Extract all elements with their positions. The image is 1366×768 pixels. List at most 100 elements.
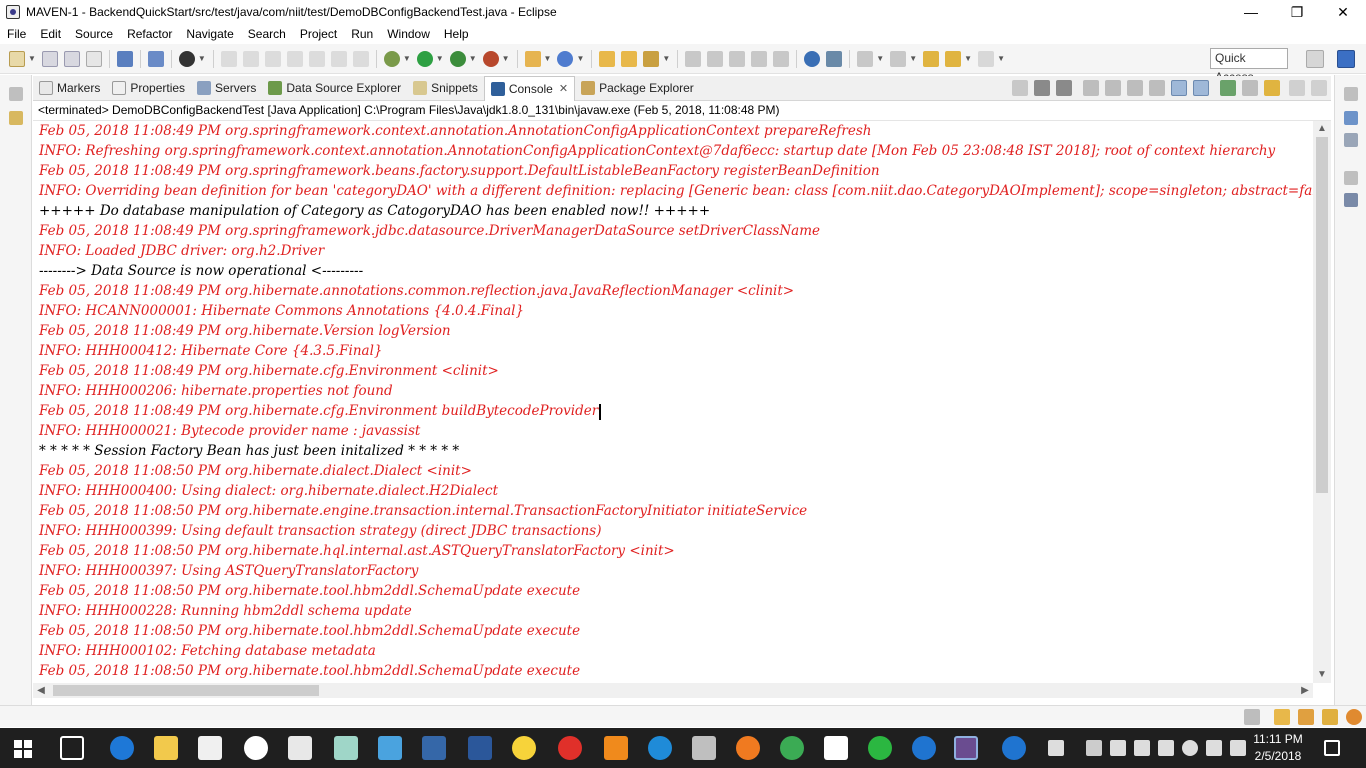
task-view-icon[interactable] bbox=[60, 736, 84, 760]
dropdown-icon[interactable]: ▼ bbox=[909, 54, 917, 63]
debug-dropdown-icon[interactable]: ▼ bbox=[403, 54, 411, 63]
tab-servers[interactable]: Servers bbox=[191, 76, 262, 101]
close-window-button[interactable]: ✕ bbox=[1320, 0, 1366, 24]
java-ee-perspective-icon[interactable] bbox=[1337, 50, 1355, 68]
horizontal-scrollbar[interactable]: ◀ ▶ bbox=[33, 683, 1313, 698]
tab-package-explorer[interactable]: Package Explorer bbox=[575, 76, 700, 101]
show-whitespace-icon[interactable] bbox=[773, 50, 790, 67]
skip-breakpoints-icon[interactable] bbox=[147, 50, 164, 67]
save-all-icon[interactable] bbox=[63, 50, 80, 67]
next-annotation-icon[interactable] bbox=[857, 50, 874, 67]
search-dropdown-icon[interactable]: ▼ bbox=[662, 54, 670, 63]
pin-console-icon[interactable] bbox=[1220, 80, 1236, 96]
taskbar-clock[interactable]: 11:11 PM 2/5/2018 bbox=[1250, 731, 1306, 765]
word-wrap-icon[interactable] bbox=[1127, 80, 1143, 96]
menu-run[interactable]: Run bbox=[344, 27, 380, 41]
debug-perspective-icon[interactable] bbox=[178, 50, 195, 67]
step-return-icon[interactable] bbox=[352, 50, 369, 67]
maximize-view-icon[interactable] bbox=[1311, 80, 1327, 96]
app-icon[interactable] bbox=[378, 736, 402, 760]
restore-view-icon[interactable] bbox=[9, 87, 23, 101]
menu-project[interactable]: Project bbox=[293, 27, 344, 41]
remove-all-terminated-icon[interactable] bbox=[1056, 80, 1072, 96]
forward-icon[interactable] bbox=[978, 50, 995, 67]
project-explorer-icon[interactable] bbox=[9, 111, 23, 125]
scrollbar-thumb[interactable] bbox=[1316, 137, 1328, 493]
scrollbar-thumb[interactable] bbox=[53, 685, 319, 696]
vlc-icon[interactable] bbox=[604, 736, 628, 760]
new-dropdown-icon[interactable]: ▼ bbox=[28, 54, 36, 63]
external-tools-icon[interactable] bbox=[482, 50, 499, 67]
terminate-icon[interactable] bbox=[264, 50, 281, 67]
chrome-icon[interactable] bbox=[780, 736, 804, 760]
restore-view-icon[interactable] bbox=[1344, 87, 1358, 101]
dropdown-icon[interactable]: ▼ bbox=[876, 54, 884, 63]
eclipse-taskbar-icon[interactable] bbox=[954, 736, 978, 760]
last-edit-location-icon[interactable] bbox=[923, 50, 940, 67]
run-dropdown-icon[interactable]: ▼ bbox=[436, 54, 444, 63]
hp-icon[interactable] bbox=[244, 736, 268, 760]
tab-properties[interactable]: Properties bbox=[106, 76, 191, 101]
restore-button[interactable]: ❐ bbox=[1274, 0, 1320, 24]
menu-file[interactable]: File bbox=[0, 27, 33, 41]
minimize-button[interactable]: — bbox=[1228, 0, 1274, 24]
scroll-down-icon[interactable]: ▼ bbox=[1313, 667, 1331, 683]
menu-edit[interactable]: Edit bbox=[33, 27, 68, 41]
app-icon[interactable] bbox=[422, 736, 446, 760]
show-hidden-icons-icon[interactable] bbox=[1086, 740, 1102, 756]
open-type-icon[interactable] bbox=[599, 50, 616, 67]
dropdown-icon[interactable]: ▼ bbox=[198, 54, 206, 63]
education-icon[interactable] bbox=[1298, 709, 1314, 725]
tab-data-source-explorer[interactable]: Data Source Explorer bbox=[262, 76, 407, 101]
display-console-icon[interactable] bbox=[1242, 80, 1258, 96]
tab-snippets[interactable]: Snippets bbox=[407, 76, 484, 101]
external-tools-dropdown-icon[interactable]: ▼ bbox=[502, 54, 510, 63]
open-perspective-icon[interactable] bbox=[1306, 50, 1324, 68]
restore-view-icon[interactable] bbox=[1344, 171, 1358, 185]
menu-navigate[interactable]: Navigate bbox=[179, 27, 240, 41]
dropdown-icon[interactable]: ▼ bbox=[576, 54, 584, 63]
onedrive-icon[interactable] bbox=[1182, 740, 1198, 756]
show-on-stdout-icon[interactable] bbox=[1171, 80, 1187, 96]
scroll-left-icon[interactable]: ◀ bbox=[33, 683, 49, 698]
app-icon[interactable] bbox=[912, 736, 936, 760]
notes-icon[interactable] bbox=[1274, 709, 1290, 725]
back-icon[interactable] bbox=[945, 50, 962, 67]
edge-icon[interactable] bbox=[110, 736, 134, 760]
pencil-icon[interactable] bbox=[1322, 709, 1338, 725]
volume-icon[interactable] bbox=[1230, 740, 1246, 756]
people-icon[interactable] bbox=[1048, 740, 1064, 756]
dropdown-icon[interactable]: ▼ bbox=[544, 54, 552, 63]
scroll-up-icon[interactable]: ▲ bbox=[1313, 121, 1331, 137]
action-center-icon[interactable] bbox=[1324, 740, 1340, 756]
app-icon[interactable] bbox=[692, 736, 716, 760]
emoji-app-icon[interactable] bbox=[512, 736, 536, 760]
help-icon[interactable] bbox=[1002, 736, 1026, 760]
menu-source[interactable]: Source bbox=[68, 27, 120, 41]
step-over-icon[interactable] bbox=[330, 50, 347, 67]
cloud-icon[interactable] bbox=[1206, 740, 1222, 756]
back-dropdown-icon[interactable]: ▼ bbox=[964, 54, 972, 63]
new-java-class-icon[interactable] bbox=[557, 50, 574, 67]
save-icon[interactable] bbox=[41, 50, 58, 67]
vivaldi-icon[interactable] bbox=[558, 736, 582, 760]
whatsapp-icon[interactable] bbox=[868, 736, 892, 760]
resume-icon[interactable] bbox=[220, 50, 237, 67]
scroll-lock-icon[interactable] bbox=[1105, 80, 1121, 96]
web-browser-icon[interactable] bbox=[804, 50, 821, 67]
file-explorer-icon[interactable] bbox=[154, 736, 178, 760]
publish-icon[interactable] bbox=[826, 50, 843, 67]
word-icon[interactable] bbox=[468, 736, 492, 760]
open-console-icon[interactable] bbox=[116, 50, 133, 67]
forward-dropdown-icon[interactable]: ▼ bbox=[997, 54, 1005, 63]
palette-icon[interactable] bbox=[1344, 193, 1358, 207]
quick-access-input[interactable]: Quick Access bbox=[1210, 48, 1288, 84]
windows-start-icon[interactable] bbox=[14, 740, 32, 758]
disconnect-icon[interactable] bbox=[286, 50, 303, 67]
open-console-icon[interactable] bbox=[1264, 80, 1280, 96]
task-list-icon[interactable] bbox=[1344, 133, 1358, 147]
store-icon[interactable] bbox=[198, 736, 222, 760]
toggle-mark-occurrences-icon[interactable] bbox=[685, 50, 702, 67]
coverage-icon[interactable] bbox=[449, 50, 466, 67]
console-output[interactable]: Feb 05, 2018 11:08:49 PM org.springframe… bbox=[33, 121, 1313, 683]
